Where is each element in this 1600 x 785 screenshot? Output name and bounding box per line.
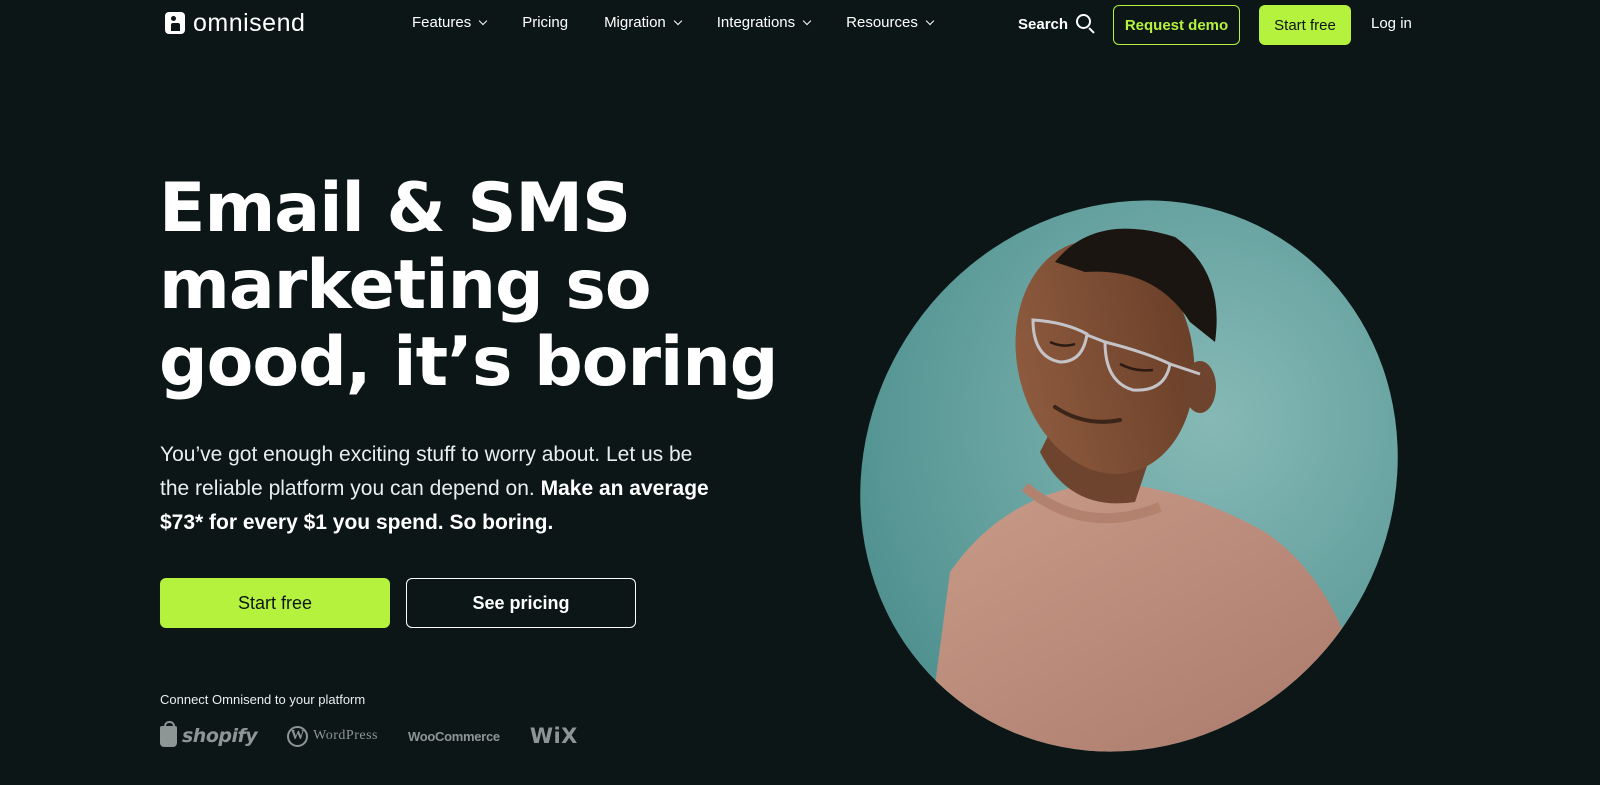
menu-item-label: Features	[412, 14, 472, 31]
platform-logos: shopify W WordPress WooCommerce WiX	[160, 720, 578, 748]
headline-line-1: Email & SMS	[159, 169, 631, 248]
wordpress-icon: W	[287, 725, 309, 747]
hero-headline: Email & SMS marketing so good, it’s bori…	[159, 170, 799, 401]
search-icon	[1076, 14, 1096, 34]
menu-item-label: Migration	[604, 14, 666, 31]
shopify-logo[interactable]: shopify	[160, 720, 258, 747]
start-free-nav-button[interactable]: Start free	[1259, 5, 1351, 45]
menu-item-pricing[interactable]: Pricing	[522, 14, 568, 31]
menu-item-label: Integrations	[716, 14, 796, 31]
omnisend-logo[interactable]: omnisend	[165, 8, 306, 37]
menu-item-features[interactable]: Features	[412, 14, 488, 31]
main-menu: Features Pricing Migration Integrations …	[412, 14, 969, 31]
menu-item-integrations[interactable]: Integrations	[716, 14, 812, 31]
chevron-down-icon	[802, 16, 812, 25]
menu-item-resources[interactable]: Resources	[846, 14, 935, 31]
start-free-button[interactable]: Start free	[160, 578, 390, 628]
page: omnisend Features Pricing Migration Inte…	[0, 0, 1600, 785]
hero-person-image	[855, 192, 1403, 760]
connect-platform-label: Connect Omnisend to your platform	[160, 692, 366, 707]
chevron-down-icon	[673, 16, 683, 25]
top-nav: omnisend Features Pricing Migration Inte…	[0, 0, 1600, 50]
search-button[interactable]: Search	[1018, 14, 1096, 34]
logo-text: omnisend	[193, 8, 306, 37]
menu-item-label: Pricing	[522, 14, 569, 31]
hero-subtext: You’ve got enough exciting stuff to worr…	[160, 438, 720, 540]
menu-item-label: Resources	[846, 14, 918, 31]
log-in-link[interactable]: Log in	[1371, 15, 1412, 32]
menu-item-migration[interactable]: Migration	[604, 14, 683, 31]
headline-line-2: marketing so	[159, 246, 652, 325]
headline-line-3: good, it’s boring	[159, 323, 778, 402]
omnisend-logo-icon	[165, 12, 185, 34]
request-demo-button[interactable]: Request demo	[1113, 5, 1240, 45]
chevron-down-icon	[925, 16, 935, 25]
chevron-down-icon	[478, 16, 488, 25]
search-label: Search	[1018, 15, 1069, 33]
wix-logo[interactable]: WiX	[530, 724, 578, 748]
shopify-bag-icon	[160, 720, 177, 747]
wordpress-logo[interactable]: W WordPress	[287, 725, 378, 747]
woocommerce-logo[interactable]: WooCommerce	[408, 729, 500, 744]
see-pricing-button[interactable]: See pricing	[406, 578, 636, 628]
